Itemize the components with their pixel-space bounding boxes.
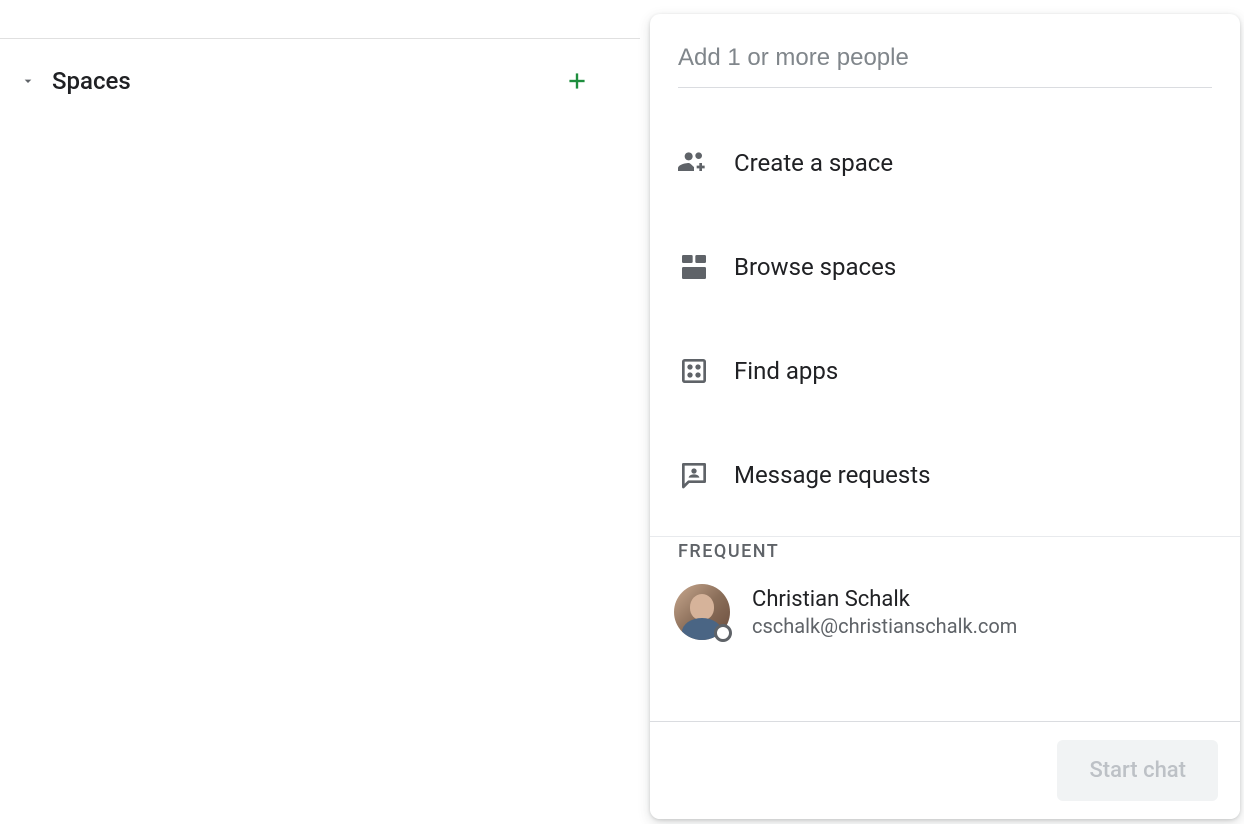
popup-content: Create a space Browse spaces Find apps M… <box>650 102 1240 721</box>
browse-icon <box>678 251 734 283</box>
group-add-icon <box>678 147 734 179</box>
menu-item-message-requests[interactable]: Message requests <box>650 438 1240 512</box>
sidebar-section-title: Spaces <box>52 67 557 95</box>
menu-item-find-apps[interactable]: Find apps <box>650 334 1240 408</box>
avatar-wrap <box>674 584 730 640</box>
people-search-input[interactable] <box>678 44 1212 88</box>
top-divider <box>0 38 640 39</box>
menu-label: Browse spaces <box>734 253 896 281</box>
menu-item-browse-spaces[interactable]: Browse spaces <box>650 230 1240 304</box>
contact-name: Christian Schalk <box>752 587 1017 612</box>
chevron-down-icon <box>20 73 36 89</box>
contact-email: cschalk@christianschalk.com <box>752 614 1017 638</box>
menu-label: Create a space <box>734 149 893 177</box>
popup-footer: Start chat <box>650 721 1240 819</box>
new-chat-popup: Create a space Browse spaces Find apps M… <box>650 14 1240 819</box>
contact-text: Christian Schalk cschalk@christianschalk… <box>752 587 1017 638</box>
message-person-icon <box>678 459 734 491</box>
menu-item-create-space[interactable]: Create a space <box>650 126 1240 200</box>
frequent-header: FREQUENT <box>650 537 1240 562</box>
frequent-contact[interactable]: Christian Schalk cschalk@christianschalk… <box>650 562 1240 662</box>
apps-grid-icon <box>678 355 734 387</box>
presence-indicator <box>714 624 732 642</box>
menu-label: Find apps <box>734 357 838 385</box>
sidebar-section-spaces[interactable]: Spaces <box>0 56 617 106</box>
menu-label: Message requests <box>734 461 931 489</box>
add-space-button[interactable] <box>557 61 597 101</box>
popup-menu-list: Create a space Browse spaces Find apps M… <box>650 102 1240 537</box>
start-chat-button[interactable]: Start chat <box>1057 740 1218 801</box>
